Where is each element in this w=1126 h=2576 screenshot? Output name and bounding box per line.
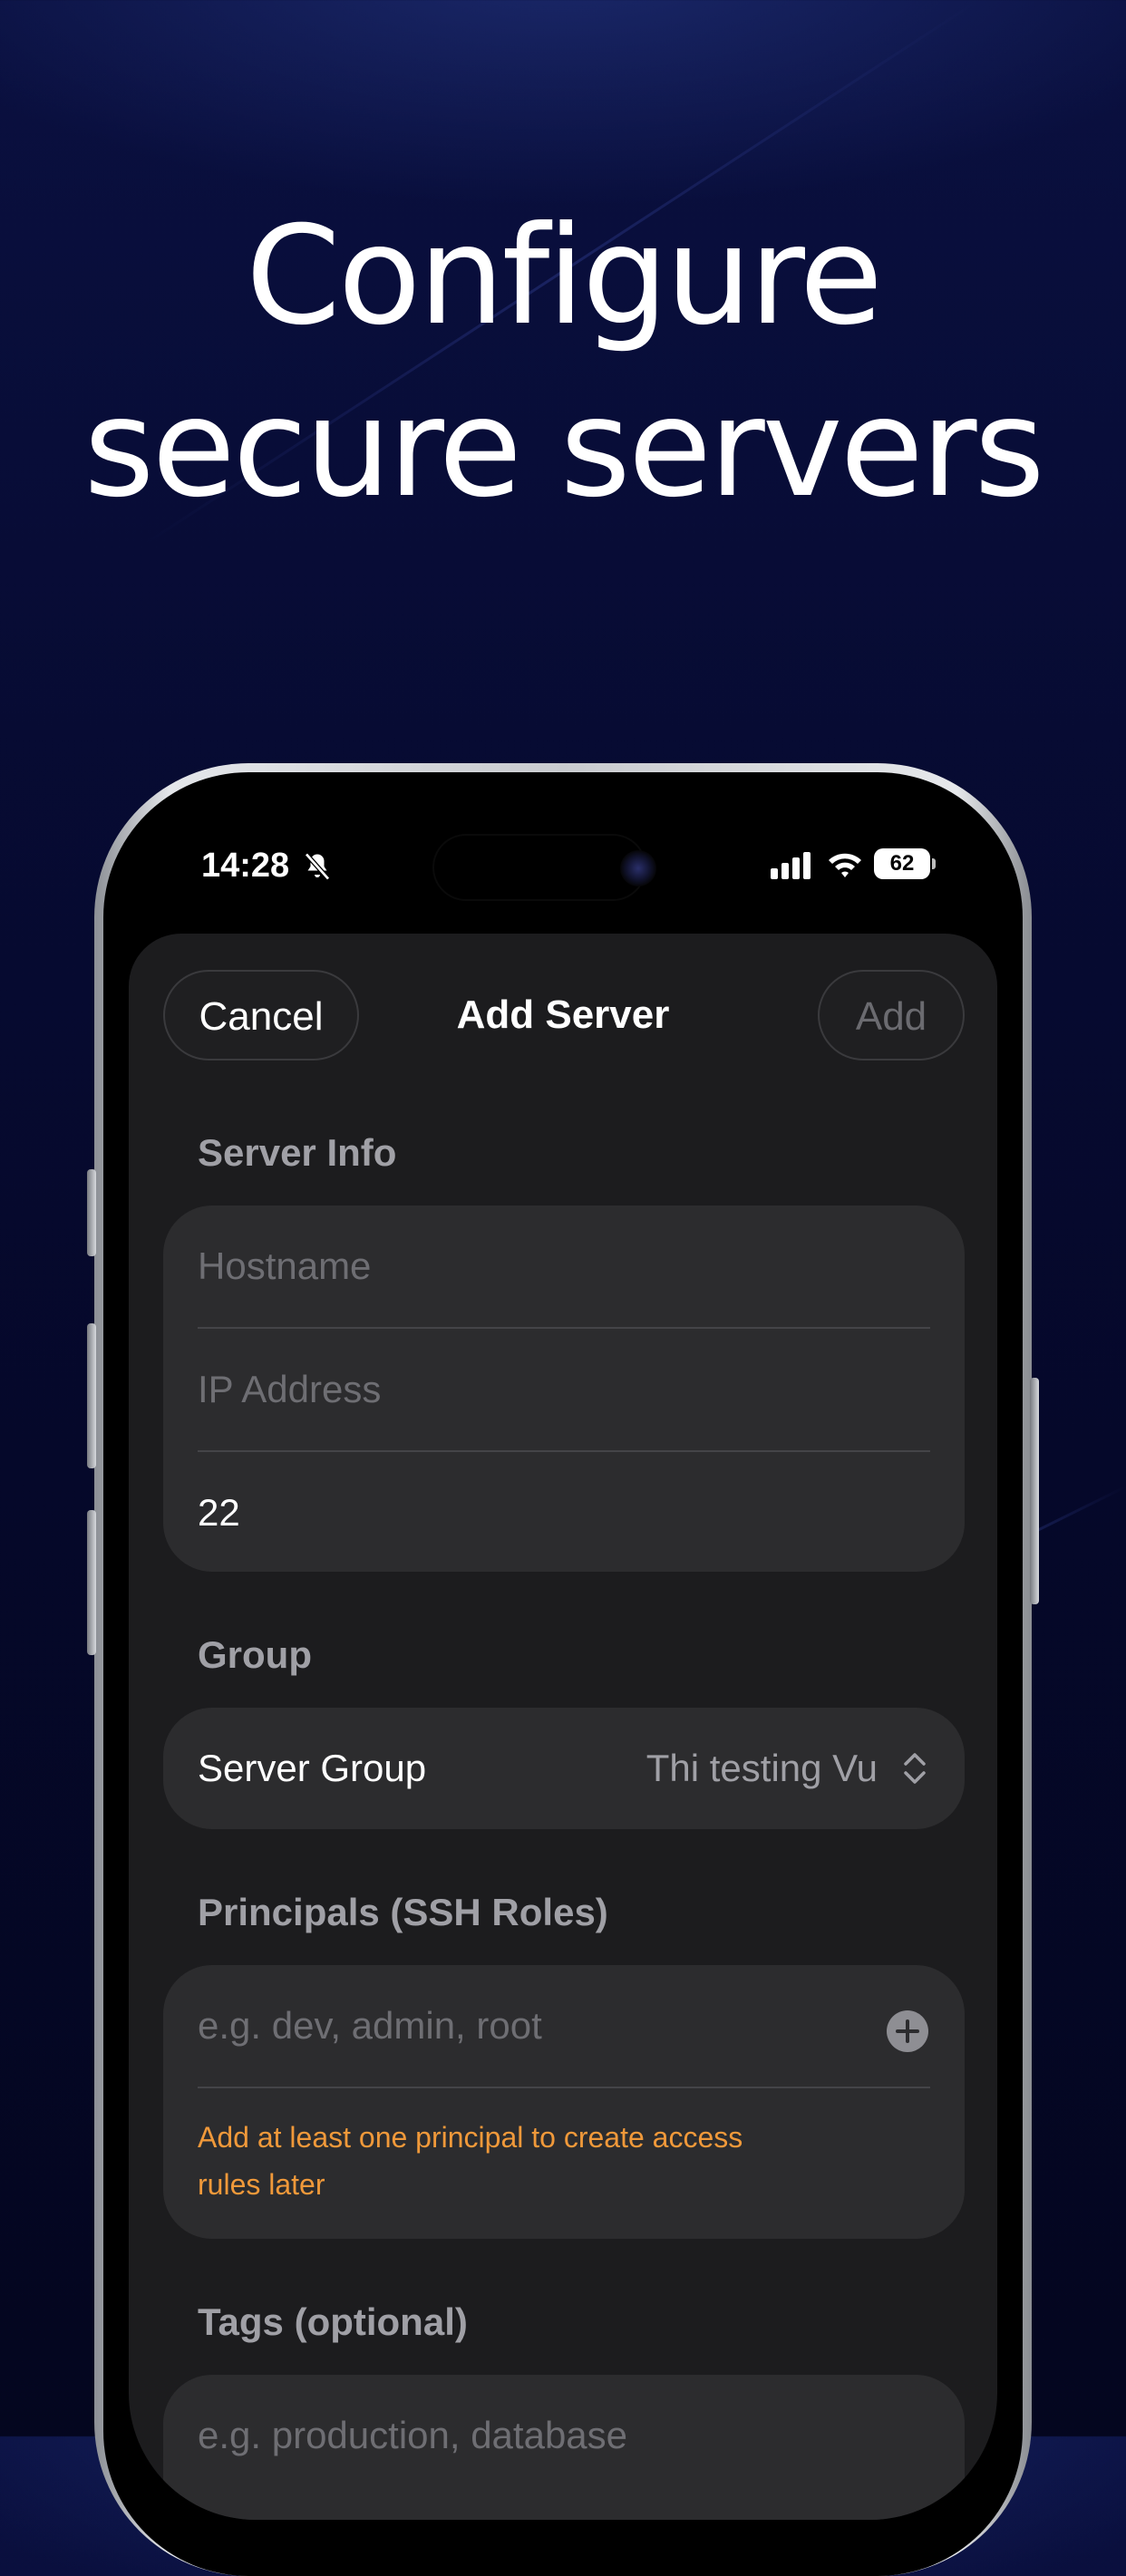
status-bar: 14:28 62 xyxy=(129,798,997,934)
hostname-input[interactable]: Hostname xyxy=(198,1206,930,1327)
volume-down-button xyxy=(87,1510,96,1655)
section-label-tags: Tags (optional) xyxy=(198,2300,468,2343)
server-info-card: Hostname IP Address 22 xyxy=(163,1206,965,1572)
power-button xyxy=(1030,1378,1039,1604)
bell-slash-icon xyxy=(305,852,330,881)
chevron-up-down-icon xyxy=(904,1753,926,1784)
principal-input[interactable]: e.g. dev, admin, root xyxy=(198,1965,930,2087)
port-input[interactable]: 22 xyxy=(198,1452,930,1574)
principal-hint-line-1: Add at least one principal to create acc… xyxy=(198,2121,743,2154)
section-label-server-info: Server Info xyxy=(198,1131,397,1174)
wifi-icon xyxy=(829,853,861,877)
headline-line-2: secure servers xyxy=(83,370,1044,528)
headline-line-1: Configure xyxy=(245,198,883,355)
principals-card: e.g. dev, admin, root Add at least one p… xyxy=(163,1965,965,2239)
volume-up-button xyxy=(87,1323,96,1468)
tags-card: e.g. production, database xyxy=(163,2375,965,2520)
add-server-sheet: Cancel Add Server Add Server Info Hostna… xyxy=(129,934,997,2520)
server-group-label: Server Group xyxy=(198,1747,427,1789)
server-group-picker[interactable]: Server Group Thi testing Vu xyxy=(163,1708,965,1829)
ip-address-input[interactable]: IP Address xyxy=(198,1329,930,1450)
section-label-principals: Principals (SSH Roles) xyxy=(198,1891,608,1933)
divider xyxy=(198,2087,930,2088)
dynamic-island xyxy=(432,834,646,901)
action-button xyxy=(87,1169,96,1256)
battery-icon: 62 xyxy=(874,848,936,879)
add-principal-plus-icon[interactable] xyxy=(887,2010,928,2052)
signal-icon xyxy=(771,852,811,879)
add-button[interactable]: Add xyxy=(818,970,965,1060)
hero-headline: Configure secure servers xyxy=(0,190,1126,535)
principal-hint-line-2: rules later xyxy=(198,2168,325,2201)
tags-input[interactable]: e.g. production, database xyxy=(198,2375,930,2496)
phone-screen: 14:28 62 Cancel Add Server Add Server In… xyxy=(129,798,997,2520)
front-camera xyxy=(620,850,656,886)
section-label-group: Group xyxy=(198,1633,312,1676)
principal-hint: Add at least one principal to create acc… xyxy=(198,2114,832,2208)
server-group-value[interactable]: Thi testing Vu xyxy=(646,1708,878,1829)
status-time: 14:28 xyxy=(201,847,290,885)
